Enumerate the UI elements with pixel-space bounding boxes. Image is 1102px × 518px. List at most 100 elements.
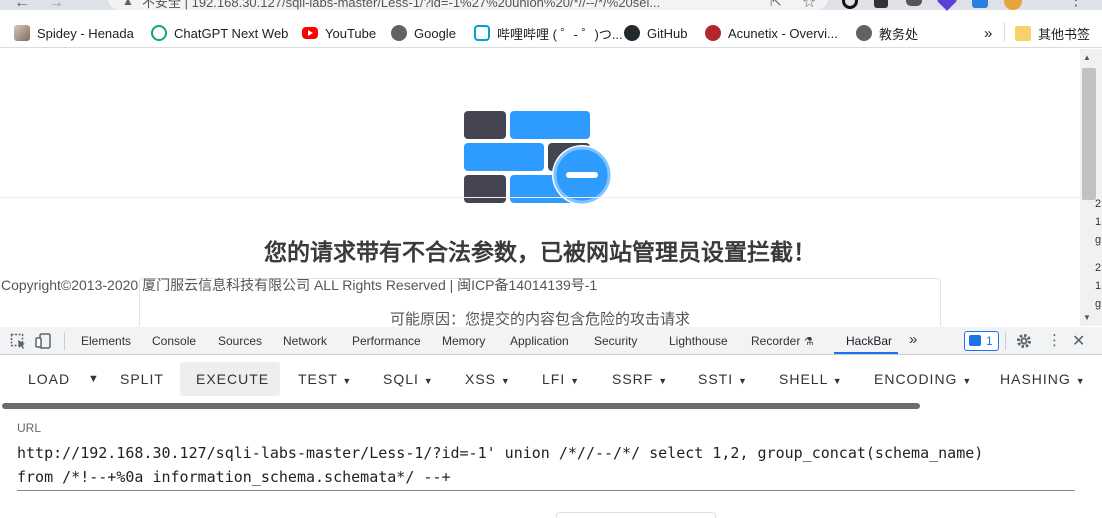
address-text[interactable]: 不安全 | 192.168.30.127/sqli-labs-master/Le…: [142, 0, 660, 11]
warning-icon[interactable]: ▲: [122, 0, 134, 8]
load-button[interactable]: LOAD: [28, 371, 70, 387]
block-message: 您的请求带有不合法参数，已被网站管理员设置拦截！: [264, 239, 816, 265]
bookmark-bilibili[interactable]: 哔哩哔哩 ( ゜- ゜)つ...: [474, 24, 623, 42]
load-dropdown-button[interactable]: ▼: [88, 373, 100, 385]
bookmark-label: YouTube: [325, 25, 377, 41]
tab-console[interactable]: Console: [152, 334, 196, 348]
url-textarea[interactable]: http://192.168.30.127/sqli-labs-master/L…: [17, 441, 1077, 489]
share-icon[interactable]: ⇱: [770, 0, 782, 10]
scroll-up-icon[interactable]: ▲: [1083, 53, 1091, 62]
divider: [1005, 332, 1006, 350]
cut-char: 2: [1095, 198, 1102, 210]
cut-char: g: [1095, 298, 1102, 310]
issues-badge[interactable]: 1: [964, 331, 999, 351]
extension-icon[interactable]: [972, 0, 988, 8]
copyright-text: Copyright©2013-2020 厦门服云信息科技有限公司 ALL Rig…: [1, 277, 598, 293]
bookmark-github[interactable]: GitHub: [624, 24, 687, 42]
encoding-label: ENCODING: [874, 371, 958, 387]
tab-sources[interactable]: Sources: [218, 334, 262, 348]
bookmarks-overflow-button[interactable]: »: [984, 24, 992, 42]
shell-label: SHELL: [779, 371, 828, 387]
chevron-down-icon: ▼: [423, 376, 434, 386]
tab-performance[interactable]: Performance: [352, 334, 421, 348]
split-button[interactable]: SPLIT: [120, 371, 164, 387]
url-field-label: URL: [17, 421, 42, 435]
acunetix-icon: [705, 25, 721, 41]
tab-recorder-label: Recorder: [751, 334, 801, 348]
device-toggle-icon[interactable]: [35, 333, 53, 349]
cut-char: 1: [1095, 216, 1102, 228]
forward-icon[interactable]: →: [48, 0, 64, 12]
inspect-icon[interactable]: [10, 333, 26, 349]
tab-elements[interactable]: Elements: [81, 334, 131, 348]
hashing-label: HASHING: [1000, 371, 1071, 387]
tab-application[interactable]: Application: [510, 334, 569, 348]
other-bookmarks[interactable]: 其他书签: [1015, 24, 1090, 42]
lfi-label: LFI: [542, 371, 566, 387]
shell-menu-button[interactable]: SHELL ▼: [779, 371, 843, 387]
more-tabs-button[interactable]: »: [909, 331, 917, 348]
extension-icon[interactable]: [906, 0, 922, 6]
bookmark-label: Google: [414, 25, 456, 41]
chevron-down-icon: ▼: [1075, 376, 1086, 386]
chevron-down-icon: ▼: [832, 376, 843, 386]
chatgpt-icon: [151, 25, 167, 41]
tab-recorder[interactable]: Recorder ⚗: [751, 334, 814, 348]
ssrf-label: SSRF: [612, 371, 654, 387]
divider: [1004, 22, 1005, 42]
star-icon[interactable]: ☆: [802, 0, 816, 12]
page-viewport: 您的请求带有不合法参数，已被网站管理员设置拦截！ Copyright©2013-…: [0, 49, 1080, 326]
bookmark-chatgpt[interactable]: ChatGPT Next Web: [151, 24, 288, 42]
back-icon[interactable]: ←: [14, 0, 30, 12]
toolbar-scrollbar[interactable]: [2, 403, 920, 409]
xss-menu-button[interactable]: XSS ▼: [465, 371, 511, 387]
close-icon[interactable]: ✕: [1072, 331, 1085, 351]
page-scrollbar-thumb[interactable]: [1082, 68, 1096, 200]
ssti-label: SSTI: [698, 371, 734, 387]
active-tab-indicator: [834, 352, 898, 354]
bookmark-label: GitHub: [647, 25, 688, 41]
divider: [64, 332, 65, 350]
globe-icon: [391, 25, 407, 41]
globe-icon: [856, 25, 872, 41]
gear-icon[interactable]: [1016, 333, 1032, 349]
extension-icon[interactable]: [874, 0, 888, 8]
sqli-menu-button[interactable]: SQLI ▼: [383, 371, 434, 387]
bilibili-icon: [474, 25, 490, 41]
chevron-down-icon: ▼: [342, 376, 353, 386]
other-bookmarks-label: 其他书签: [1038, 26, 1091, 42]
ssti-menu-button[interactable]: SSTI ▼: [698, 371, 748, 387]
tab-lighthouse[interactable]: Lighthouse: [669, 334, 728, 348]
chevron-down-icon: ▼: [500, 376, 511, 386]
bookmark-jiaowuchu[interactable]: 教务处: [856, 24, 918, 42]
url-field-underline: [17, 490, 1075, 491]
post-data-box: [556, 512, 716, 518]
tab-hackbar[interactable]: HackBar: [846, 334, 892, 348]
cut-char: 2: [1095, 262, 1102, 274]
cut-char: g: [1095, 234, 1102, 246]
message-icon: [969, 335, 981, 346]
bookmark-acunetix[interactable]: Acunetix - Overvi...: [705, 24, 838, 42]
bookmark-google[interactable]: Google: [391, 24, 456, 42]
chevron-down-icon: ▼: [658, 376, 669, 386]
tab-security[interactable]: Security: [594, 334, 637, 348]
test-menu-button[interactable]: TEST ▼: [298, 371, 352, 387]
tab-memory[interactable]: Memory: [442, 334, 485, 348]
test-label: TEST: [298, 371, 338, 387]
lfi-menu-button[interactable]: LFI ▼: [542, 371, 580, 387]
chevron-down-icon: ▼: [570, 376, 581, 386]
execute-button[interactable]: EXECUTE: [196, 371, 269, 387]
hashing-menu-button[interactable]: HASHING ▼: [1000, 371, 1086, 387]
encoding-menu-button[interactable]: ENCODING ▼: [874, 371, 972, 387]
kebab-menu-icon[interactable]: ⋮: [1047, 331, 1062, 349]
ssrf-menu-button[interactable]: SSRF ▼: [612, 371, 668, 387]
scroll-down-icon[interactable]: ▼: [1083, 313, 1091, 322]
reason-text: 可能原因：您提交的内容包含危险的攻击请求: [389, 311, 690, 326]
sqli-label: SQLI: [383, 371, 419, 387]
tab-network[interactable]: Network: [283, 334, 327, 348]
menu-icon[interactable]: ⋮: [1068, 0, 1084, 10]
chevron-down-icon: ▼: [738, 376, 748, 386]
cut-char: 1: [1095, 280, 1102, 292]
bookmark-spidey[interactable]: Spidey - Henada: [14, 24, 134, 42]
bookmark-youtube[interactable]: YouTube: [302, 24, 376, 42]
